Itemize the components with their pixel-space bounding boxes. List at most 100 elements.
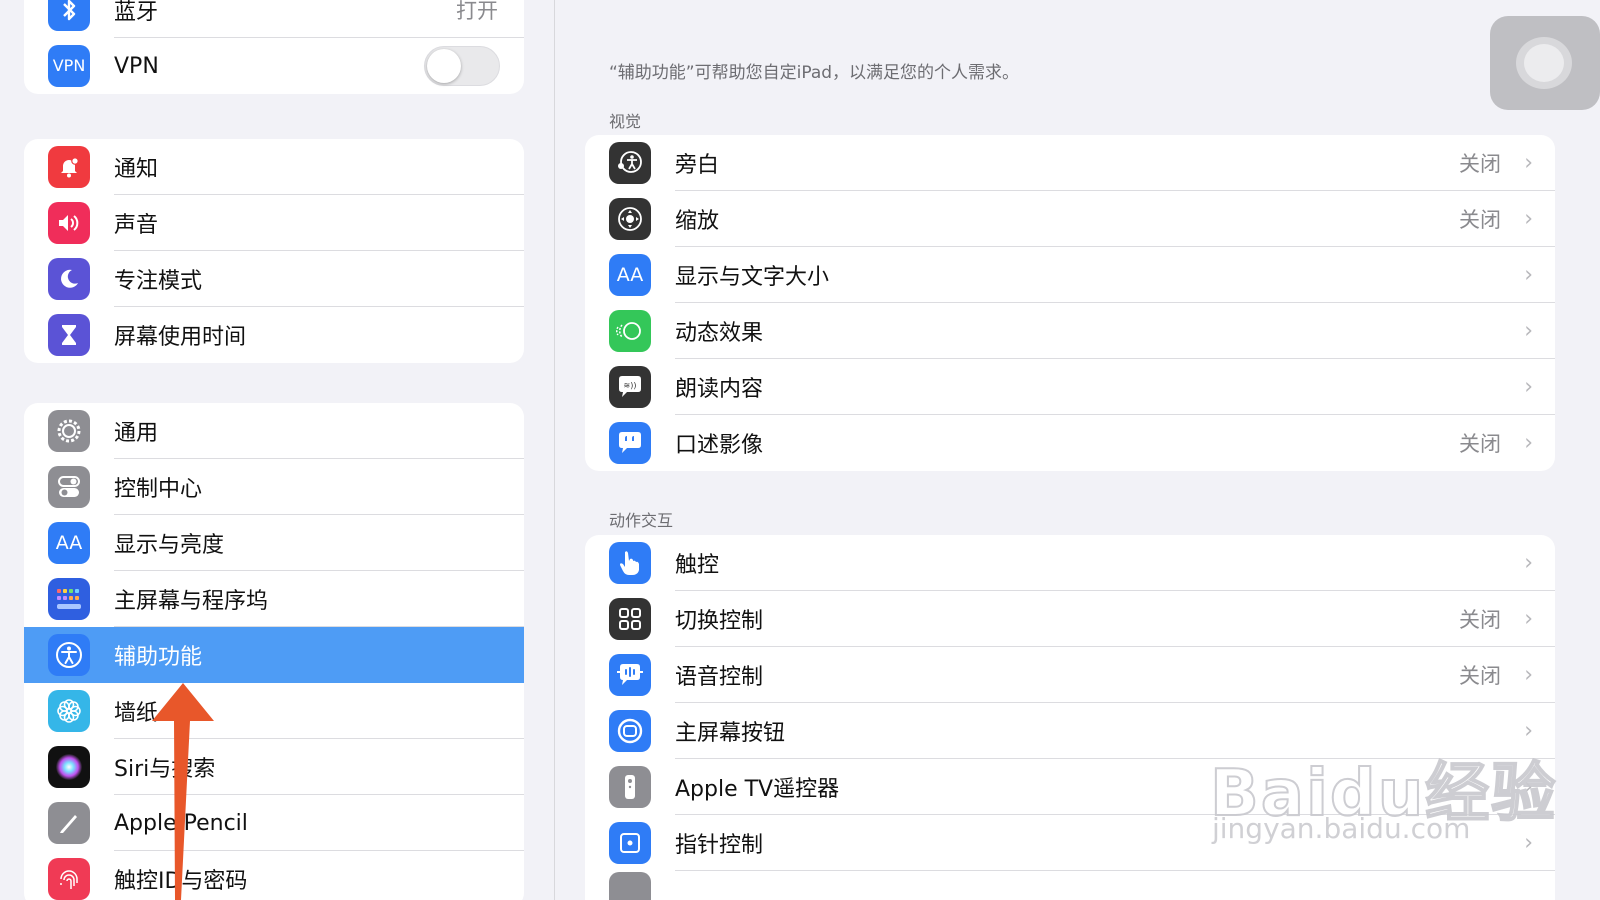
- row-label: 朗读内容: [675, 377, 764, 402]
- hand-icon: [609, 542, 651, 584]
- gear-icon: [48, 410, 90, 452]
- row-label: 动态效果: [675, 321, 764, 346]
- zoom-icon: [609, 198, 651, 240]
- siri-icon: [48, 746, 90, 788]
- general-group: 通用 控制中心 AA 显示与亮度 主屏幕与程序坞 辅助功能 墙纸 Siri与搜索…: [24, 403, 524, 900]
- sidebar-item-label: 声音: [114, 213, 159, 238]
- row-switch-control[interactable]: 切换控制 关闭 ›: [585, 591, 1555, 647]
- row-display-text-size[interactable]: AA 显示与文字大小 ›: [585, 247, 1555, 303]
- pencil-icon: [48, 802, 90, 844]
- annotation-arrow: [152, 683, 214, 900]
- sidebar-item-label: 专注模式: [114, 269, 203, 294]
- vpn-icon: VPN: [48, 45, 90, 87]
- notifications-group: 通知 声音 专注模式 屏幕使用时间: [24, 139, 524, 363]
- accessibility-pane: “辅助功能”可帮助您自定iPad，以满足您的个人需求。 视觉 旁白 关闭 › 缩…: [555, 0, 1600, 900]
- motion-icon: [609, 310, 651, 352]
- row-zoom[interactable]: 缩放 关闭 ›: [585, 191, 1555, 247]
- section-header-vision: 视觉: [609, 112, 642, 131]
- pointer-icon: [609, 822, 651, 864]
- row-value: 关闭: [1459, 208, 1501, 232]
- sidebar-item-wallpaper[interactable]: 墙纸: [24, 683, 524, 739]
- moon-icon: [48, 258, 90, 300]
- sidebar-item-focus[interactable]: 专注模式: [24, 251, 524, 307]
- home-grid-icon: [48, 578, 90, 620]
- interaction-group: 触控 › 切换控制 关闭 › 语音控制 关闭 › 主屏幕按钮 › Apple T…: [585, 535, 1555, 900]
- row-value: 关闭: [1459, 608, 1501, 632]
- row-label: 语音控制: [675, 665, 764, 690]
- row-audio-descriptions[interactable]: 口述影像 关闭 ›: [585, 415, 1555, 471]
- text-size-icon: AA: [48, 522, 90, 564]
- bluetooth-icon: [48, 0, 90, 31]
- text-size-icon-text: AA: [55, 531, 83, 554]
- assistive-touch-center: [1524, 44, 1564, 82]
- row-value: 关闭: [1459, 432, 1501, 456]
- svg-text:≋)): ≋)): [624, 381, 637, 390]
- row-label: 指针控制: [675, 833, 764, 858]
- chevron-right-icon: ›: [1524, 262, 1533, 288]
- partial-row-icon: [609, 872, 651, 900]
- voice-control-icon: [609, 654, 651, 696]
- chevron-right-icon: ›: [1524, 318, 1533, 344]
- remote-icon: [609, 766, 651, 808]
- text-size-icon: AA: [609, 254, 651, 296]
- row-label: 缩放: [675, 209, 720, 234]
- row-label: 旁白: [675, 153, 720, 178]
- sidebar-item-sounds[interactable]: 声音: [24, 195, 524, 251]
- sidebar-item-touch-id[interactable]: 触控ID与密码: [24, 851, 524, 900]
- row-voice-control[interactable]: 语音控制 关闭 ›: [585, 647, 1555, 703]
- connectivity-group: 蓝牙 打开 VPN VPN: [24, 0, 524, 94]
- fingerprint-icon: [48, 858, 90, 900]
- speaker-icon: [48, 202, 90, 244]
- row-label: 口述影像: [675, 433, 764, 458]
- sidebar-item-apple-pencil[interactable]: Apple Pencil: [24, 795, 524, 851]
- row-label: 显示与文字大小: [675, 265, 830, 290]
- sidebar-item-label: 屏幕使用时间: [114, 325, 247, 350]
- row-pointer-control[interactable]: 指针控制 ›: [585, 815, 1555, 871]
- chevron-right-icon: ›: [1524, 774, 1533, 800]
- sidebar-item-vpn[interactable]: VPN VPN: [24, 38, 524, 94]
- audio-description-icon: [609, 422, 651, 464]
- chevron-right-icon: ›: [1524, 718, 1533, 744]
- row-motion[interactable]: 动态效果 ›: [585, 303, 1555, 359]
- voiceover-icon: [609, 142, 651, 184]
- row-spoken-content[interactable]: ≋)) 朗读内容 ›: [585, 359, 1555, 415]
- chevron-right-icon: ›: [1524, 206, 1533, 232]
- row-apple-tv-remote[interactable]: Apple TV遥控器 ›: [585, 759, 1555, 815]
- sidebar-item-label: 蓝牙: [114, 0, 159, 25]
- text-size-icon-text: AA: [616, 264, 644, 286]
- sidebar-item-home-screen-dock[interactable]: 主屏幕与程序坞: [24, 571, 524, 627]
- sidebar-item-label: 显示与亮度: [114, 533, 225, 558]
- speech-bubble-icon: ≋)): [609, 366, 651, 408]
- sidebar-item-label: 辅助功能: [114, 645, 203, 670]
- sidebar-item-bluetooth[interactable]: 蓝牙 打开: [24, 0, 524, 38]
- sidebar-item-label: 通用: [114, 421, 159, 446]
- row-touch[interactable]: 触控 ›: [585, 535, 1555, 591]
- assistive-touch-button[interactable]: [1490, 16, 1600, 110]
- chevron-right-icon: ›: [1524, 830, 1533, 856]
- row-voiceover[interactable]: 旁白 关闭 ›: [585, 135, 1555, 191]
- bluetooth-status: 打开: [456, 0, 498, 23]
- sidebar-item-display-brightness[interactable]: AA 显示与亮度: [24, 515, 524, 571]
- row-home-button[interactable]: 主屏幕按钮 ›: [585, 703, 1555, 759]
- sidebar-item-label: 通知: [114, 157, 159, 182]
- chevron-right-icon: ›: [1524, 150, 1533, 176]
- vpn-icon-text: VPN: [52, 56, 86, 75]
- row-label: 主屏幕按钮: [675, 721, 786, 746]
- row-label: 切换控制: [675, 609, 764, 634]
- row-label: Apple TV遥控器: [675, 777, 840, 802]
- settings-sidebar: 蓝牙 打开 VPN VPN 通知 声音 专注模式 屏幕使用时间 通用 控制中心 …: [0, 0, 555, 900]
- chevron-right-icon: ›: [1524, 550, 1533, 576]
- vpn-toggle[interactable]: [424, 46, 500, 86]
- sidebar-item-accessibility[interactable]: 辅助功能: [24, 627, 524, 683]
- vision-group: 旁白 关闭 › 缩放 关闭 › AA 显示与文字大小 › 动态效果 › ≋)) …: [585, 135, 1555, 471]
- chevron-right-icon: ›: [1524, 374, 1533, 400]
- sidebar-item-siri-search[interactable]: Siri与搜索: [24, 739, 524, 795]
- row-value: 关闭: [1459, 664, 1501, 688]
- row-next-partial[interactable]: [585, 871, 1555, 900]
- sidebar-item-screen-time[interactable]: 屏幕使用时间: [24, 307, 524, 363]
- accessibility-icon: [48, 634, 90, 676]
- sidebar-item-general[interactable]: 通用: [24, 403, 524, 459]
- sidebar-item-notifications[interactable]: 通知: [24, 139, 524, 195]
- sidebar-item-control-center[interactable]: 控制中心: [24, 459, 524, 515]
- intro-text: “辅助功能”可帮助您自定iPad，以满足您的个人需求。: [609, 63, 1020, 83]
